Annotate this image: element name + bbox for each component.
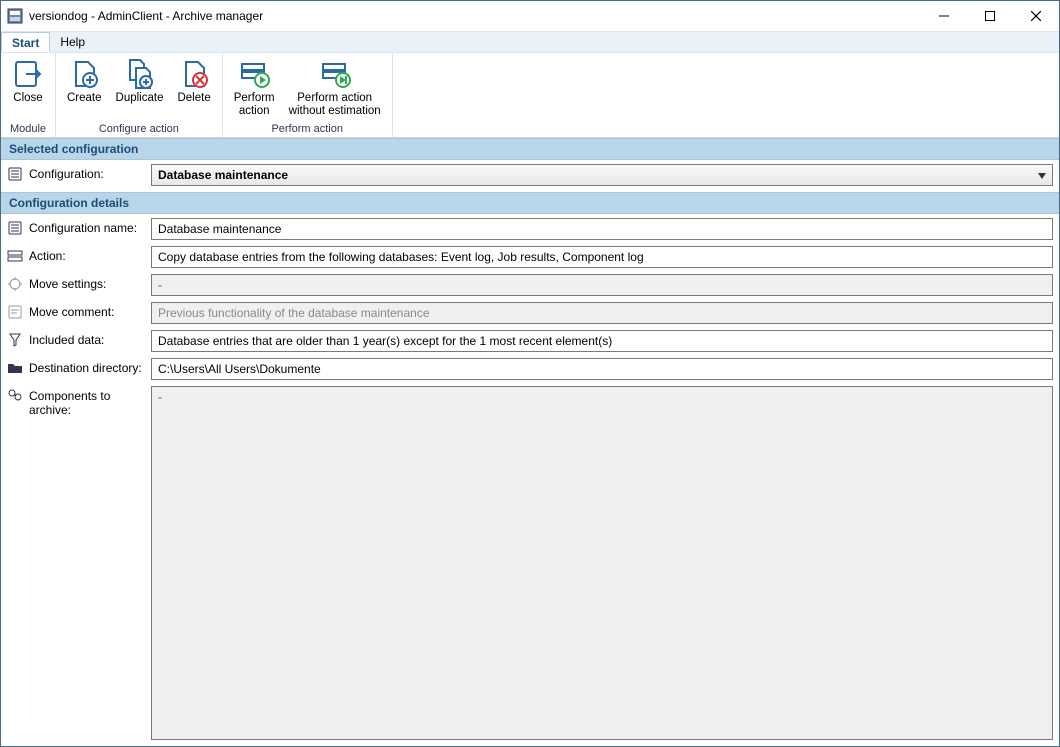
ribbon-group-configure-label: Configure action [56, 122, 222, 137]
menubar: Start Help [1, 31, 1059, 53]
close-button-label: Close [13, 92, 42, 105]
tab-help[interactable]: Help [50, 32, 95, 52]
destination-directory-field[interactable]: C:\Users\All Users\Dokumente [151, 358, 1053, 380]
perform-action-no-estimation-button[interactable]: Perform action without estimation [282, 55, 388, 122]
included-data-icon [7, 332, 23, 348]
section-header-selected-configuration: Selected configuration [1, 138, 1059, 160]
ribbon-group-module: Close Module [1, 53, 56, 137]
action-field[interactable]: Copy database entries from the following… [151, 246, 1053, 268]
ribbon: Close Module Create Duplicate [1, 53, 1059, 138]
included-data-field[interactable]: Database entries that are older than 1 y… [151, 330, 1053, 352]
create-button-label: Create [67, 92, 102, 105]
close-button[interactable]: Close [5, 55, 51, 122]
window-title: versiondog - AdminClient - Archive manag… [29, 9, 263, 23]
move-comment-label: Move comment: [29, 302, 145, 319]
destination-directory-label: Destination directory: [29, 358, 145, 375]
configuration-select[interactable]: Database maintenance [151, 164, 1053, 186]
perform-action-no-estimation-icon [319, 58, 351, 90]
configuration-name-label: Configuration name: [29, 218, 145, 235]
move-settings-icon [7, 276, 23, 292]
action-label: Action: [29, 246, 145, 263]
move-settings-field: - [151, 274, 1053, 296]
tab-start[interactable]: Start [1, 32, 50, 52]
section-header-configuration-details: Configuration details [1, 192, 1059, 214]
move-settings-label: Move settings: [29, 274, 145, 291]
move-comment-field: Previous functionality of the database m… [151, 302, 1053, 324]
components-to-archive-icon [7, 388, 23, 404]
delete-button[interactable]: Delete [170, 55, 217, 122]
perform-action-button-label: Perform action [234, 92, 275, 118]
ribbon-group-configure: Create Duplicate Delete Configure action [56, 53, 223, 137]
perform-action-icon [238, 58, 270, 90]
app-icon [7, 8, 23, 24]
titlebar: versiondog - AdminClient - Archive manag… [1, 1, 1059, 31]
configuration-name-icon [7, 220, 23, 236]
duplicate-icon [124, 58, 156, 90]
chevron-down-icon [1038, 168, 1046, 182]
move-comment-icon [7, 304, 23, 320]
components-to-archive-label: Components to archive: [29, 386, 145, 417]
ribbon-group-module-label: Module [1, 122, 55, 137]
components-to-archive-field: - [151, 386, 1053, 740]
duplicate-button[interactable]: Duplicate [109, 55, 171, 122]
configuration-select-value: Database maintenance [158, 168, 288, 182]
delete-icon [178, 58, 210, 90]
configuration-name-field[interactable]: Database maintenance [151, 218, 1053, 240]
duplicate-button-label: Duplicate [116, 92, 164, 105]
minimize-button[interactable] [921, 1, 967, 31]
action-icon [7, 248, 23, 264]
configuration-icon [7, 166, 23, 182]
delete-button-label: Delete [177, 92, 210, 105]
app-window: versiondog - AdminClient - Archive manag… [0, 0, 1060, 747]
included-data-label: Included data: [29, 330, 145, 347]
perform-action-no-estimation-button-label: Perform action without estimation [289, 92, 381, 118]
ribbon-group-perform: Perform action Perform action without es… [223, 53, 393, 137]
ribbon-group-perform-label: Perform action [223, 122, 392, 137]
perform-action-button[interactable]: Perform action [227, 55, 282, 122]
close-module-icon [12, 58, 44, 90]
configuration-label: Configuration: [29, 164, 145, 181]
create-button[interactable]: Create [60, 55, 109, 122]
close-window-button[interactable] [1013, 1, 1059, 31]
maximize-button[interactable] [967, 1, 1013, 31]
destination-directory-icon [7, 360, 23, 376]
create-icon [68, 58, 100, 90]
